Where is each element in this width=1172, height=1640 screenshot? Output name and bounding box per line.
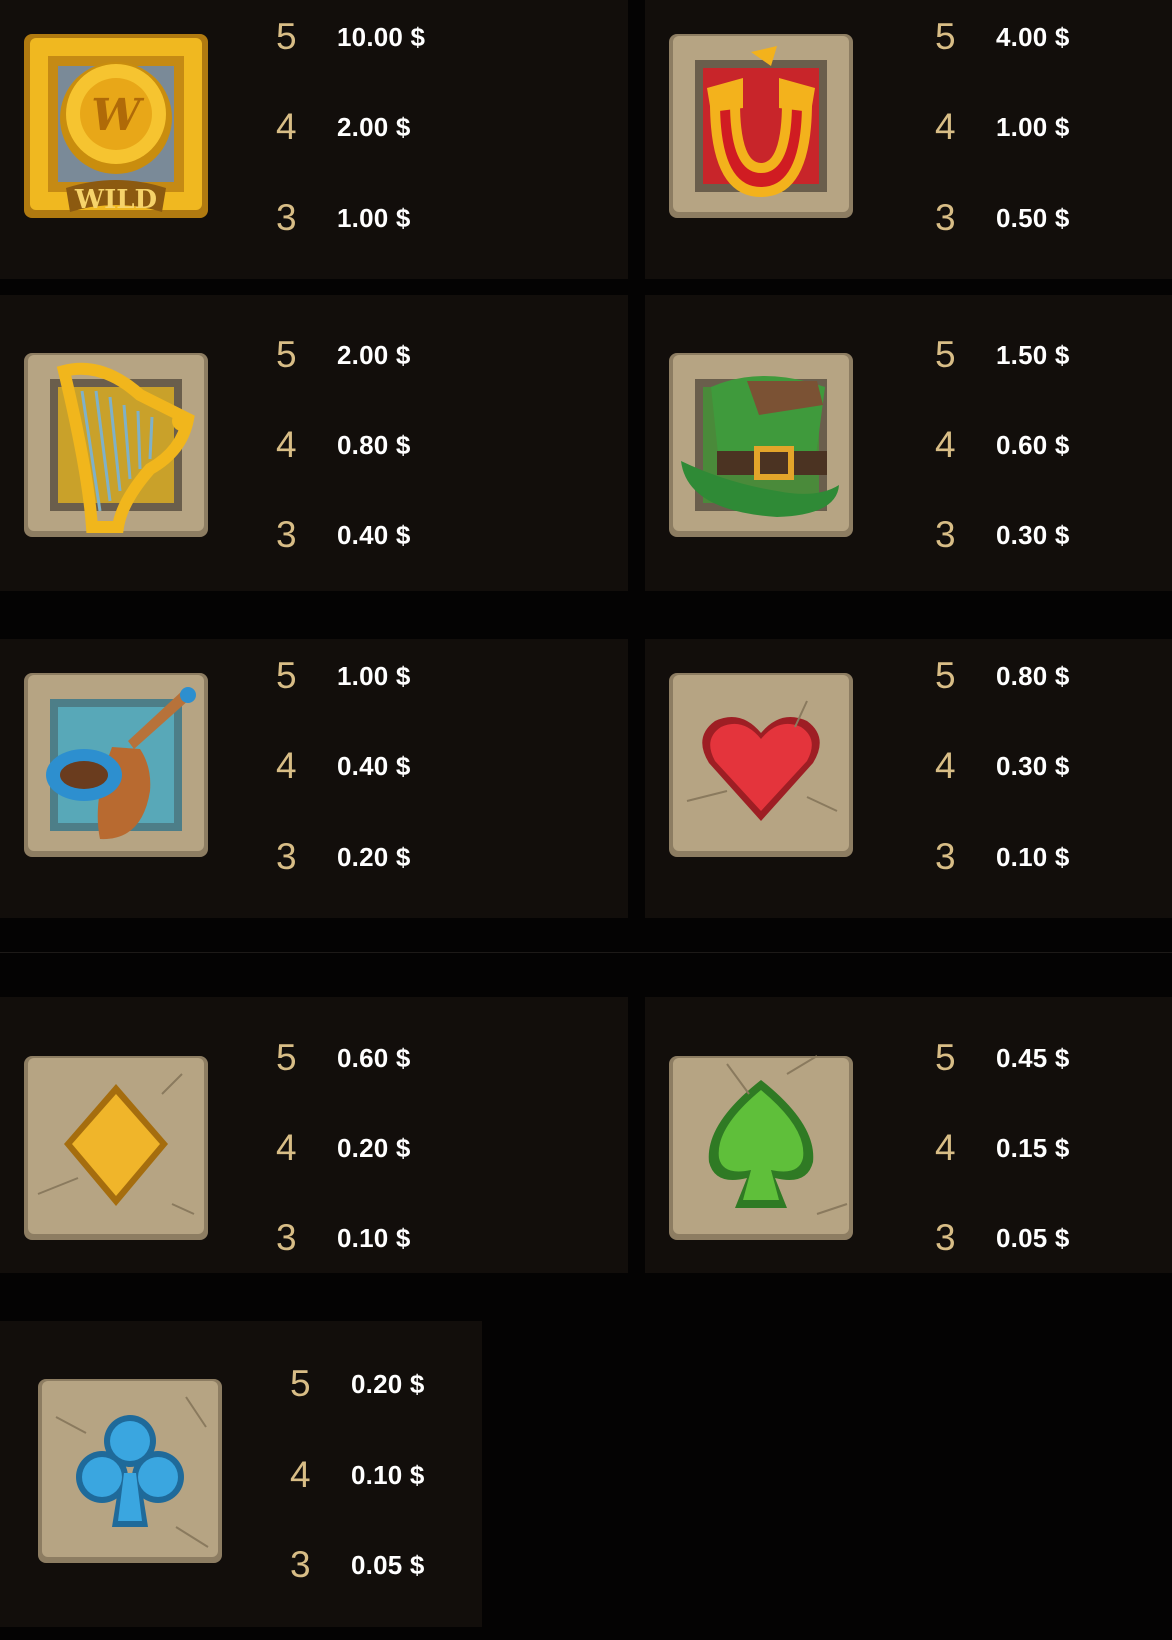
- match-count: 3: [935, 836, 956, 877]
- match-count: 4: [290, 1454, 311, 1495]
- payout-value: 0.40 $: [337, 751, 411, 781]
- payout-value: 0.30 $: [996, 751, 1070, 781]
- match-count: 3: [276, 1217, 297, 1258]
- paytable-card-club: 5 0.20 $ 4 0.10 $ 3 0.05 $: [0, 1321, 482, 1627]
- payout-value: 0.05 $: [351, 1550, 425, 1580]
- match-count: 5: [290, 1363, 311, 1404]
- match-count: 3: [935, 1217, 956, 1258]
- match-count: 5: [935, 334, 956, 375]
- payout-value: 1.00 $: [337, 661, 411, 691]
- match-count: 3: [276, 836, 297, 877]
- payout-value: 4.00 $: [996, 22, 1070, 52]
- payout-value: 0.20 $: [337, 1133, 411, 1163]
- match-count: 4: [276, 424, 297, 465]
- paytable-card-leprechaun-hat: 5 1.50 $ 4 0.60 $ 3 0.30 $: [645, 295, 1172, 591]
- payout-value: 0.40 $: [337, 520, 411, 550]
- paytable-card-wild: W WILD 5 10.00 $4 2.00 $3 1.00 $: [0, 0, 628, 279]
- match-count: 5: [276, 655, 297, 696]
- match-count: 4: [276, 745, 297, 786]
- payout-value: 1.50 $: [996, 340, 1070, 370]
- match-count: 4: [935, 106, 956, 147]
- match-count: 4: [935, 1127, 956, 1168]
- payout-value: 1.00 $: [996, 112, 1070, 142]
- payout-value: 0.15 $: [996, 1133, 1070, 1163]
- match-count: 5: [276, 1037, 297, 1078]
- paytable-card-harp: 5 2.00 $ 4 0.80 $ 3 0.40 $: [0, 295, 628, 591]
- payout-value: 2.00 $: [337, 112, 411, 142]
- match-count: 4: [276, 1127, 297, 1168]
- payout-value: 0.20 $: [337, 842, 411, 872]
- payout-value: 0.20 $: [351, 1369, 425, 1399]
- payout-value: 0.60 $: [337, 1043, 411, 1073]
- payout-value: 0.80 $: [996, 661, 1070, 691]
- paytable-card-horseshoe: 5 4.00 $ 4 1.00 $ 3 0.50 $: [645, 0, 1172, 279]
- payout-value: 0.80 $: [337, 430, 411, 460]
- match-count: 4: [935, 745, 956, 786]
- payout-value: 0.30 $: [996, 520, 1070, 550]
- match-count: 4: [276, 106, 297, 147]
- match-count: 5: [276, 16, 297, 57]
- payout-value: 0.05 $: [996, 1223, 1070, 1253]
- match-count: 5: [935, 655, 956, 696]
- match-count: 3: [935, 514, 956, 555]
- payout-value: 0.60 $: [996, 430, 1070, 460]
- match-count: 5: [276, 334, 297, 375]
- paytable-card-diamond: 5 0.60 $ 4 0.20 $ 3 0.10 $: [0, 997, 628, 1273]
- payout-value: 10.00 $: [337, 22, 426, 52]
- payout-value: 2.00 $: [337, 340, 411, 370]
- payout-value: 0.10 $: [996, 842, 1070, 872]
- section-divider: [0, 952, 1172, 953]
- payout-value: 0.50 $: [996, 203, 1070, 233]
- match-count: 4: [935, 424, 956, 465]
- paytable-card-heart: 5 0.80 $ 4 0.30 $ 3 0.10 $: [645, 639, 1172, 918]
- payout-value: 0.45 $: [996, 1043, 1070, 1073]
- match-count: 5: [935, 1037, 956, 1078]
- payout-value: 0.10 $: [337, 1223, 411, 1253]
- payout-value: 1.00 $: [337, 203, 411, 233]
- match-count: 3: [276, 197, 297, 238]
- match-count: 3: [935, 197, 956, 238]
- match-count: 3: [290, 1544, 311, 1585]
- payout-value: 0.10 $: [351, 1460, 425, 1490]
- paytable-card-spade: 5 0.45 $ 4 0.15 $ 3 0.05 $: [645, 997, 1172, 1273]
- match-count: 3: [276, 514, 297, 555]
- match-count: 5: [935, 16, 956, 57]
- paytable-card-pipe: 5 1.00 $ 4 0.40 $ 3 0.20 $: [0, 639, 628, 918]
